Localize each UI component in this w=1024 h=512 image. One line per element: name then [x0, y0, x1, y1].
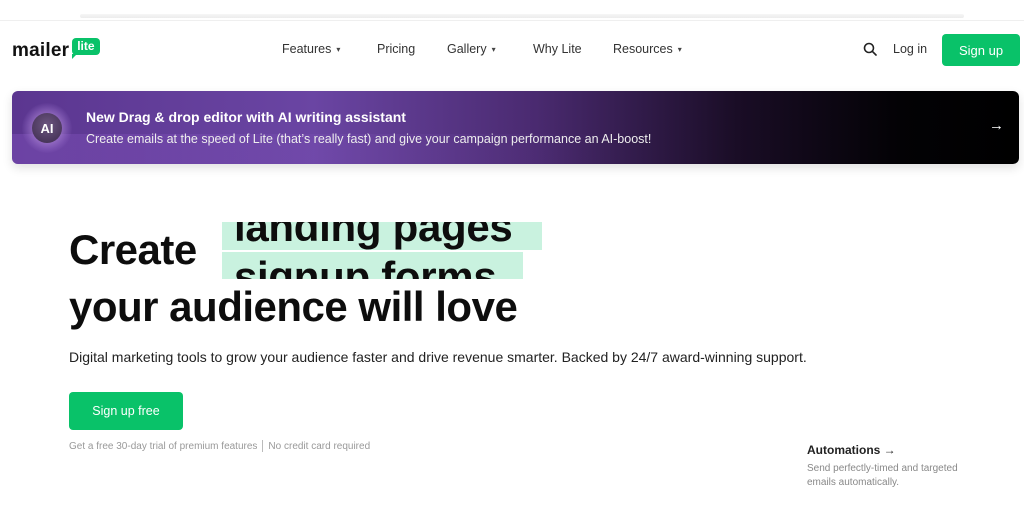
- menu-item-resources[interactable]: Resources ▾: [613, 42, 682, 56]
- chevron-down-icon: ▾: [336, 44, 341, 54]
- menu-item-label: Features: [282, 42, 332, 56]
- hero-subtitle: Digital marketing tools to grow your aud…: [69, 349, 807, 365]
- feature-card-automations[interactable]: Automations → Send perfectly-timed and t…: [807, 443, 1007, 490]
- hero-rotating-words: landing pages signup forms: [222, 222, 552, 279]
- menu-item-label: Pricing: [377, 42, 416, 56]
- menu-item-gallery[interactable]: Gallery ▾: [447, 42, 496, 56]
- feature-description: Send perfectly-timed and targeted emails…: [807, 463, 958, 488]
- menu-item-features[interactable]: Features ▾: [282, 42, 340, 56]
- trial-fine-print: Get a free 30-day trial of premium featu…: [69, 440, 370, 452]
- fine-print-no-card: No credit card required: [268, 440, 371, 452]
- menu-item-label: Resources: [613, 42, 673, 56]
- menu-item-label: Why Lite: [533, 42, 582, 56]
- chevron-down-icon: ▾: [491, 44, 496, 54]
- feature-title[interactable]: Automations →: [807, 443, 1007, 457]
- menu-item-pricing[interactable]: Pricing: [377, 42, 415, 56]
- menu-item-why-lite[interactable]: Why Lite: [533, 42, 582, 56]
- logo-badge: lite: [72, 38, 100, 59]
- divider: [0, 20, 1024, 21]
- banner-subtitle: Create emails at the speed of Lite (that…: [86, 132, 652, 146]
- ai-editor-announcement-banner[interactable]: AI New Drag & drop editor with AI writin…: [12, 91, 1019, 164]
- banner-title: New Drag & drop editor with AI writing a…: [86, 109, 406, 125]
- signup-free-button[interactable]: Sign up free: [69, 392, 183, 430]
- chevron-down-icon: ▾: [677, 44, 682, 54]
- browser-top-strip: [80, 14, 964, 18]
- fine-print-trial: Get a free 30-day trial of premium featu…: [69, 440, 258, 452]
- hero-heading-prefix: Create: [69, 226, 197, 273]
- menu-item-label: Gallery: [447, 42, 487, 56]
- hero-heading-suffix: your audience will love: [69, 283, 518, 330]
- search-icon[interactable]: [863, 42, 877, 56]
- logo[interactable]: mailer lite: [12, 38, 100, 61]
- rotating-word: landing pages: [222, 222, 542, 250]
- logo-text: mailer: [12, 40, 70, 61]
- signup-button[interactable]: Sign up: [942, 34, 1020, 66]
- rotating-word: signup forms: [222, 252, 523, 279]
- ai-badge-icon: AI: [32, 113, 62, 143]
- arrow-right-icon[interactable]: →: [989, 117, 1004, 134]
- divider: [262, 440, 264, 452]
- top-navigation: mailer lite Features ▾ Pricing Gallery ▾…: [0, 30, 1024, 70]
- login-link[interactable]: Log in: [893, 42, 927, 56]
